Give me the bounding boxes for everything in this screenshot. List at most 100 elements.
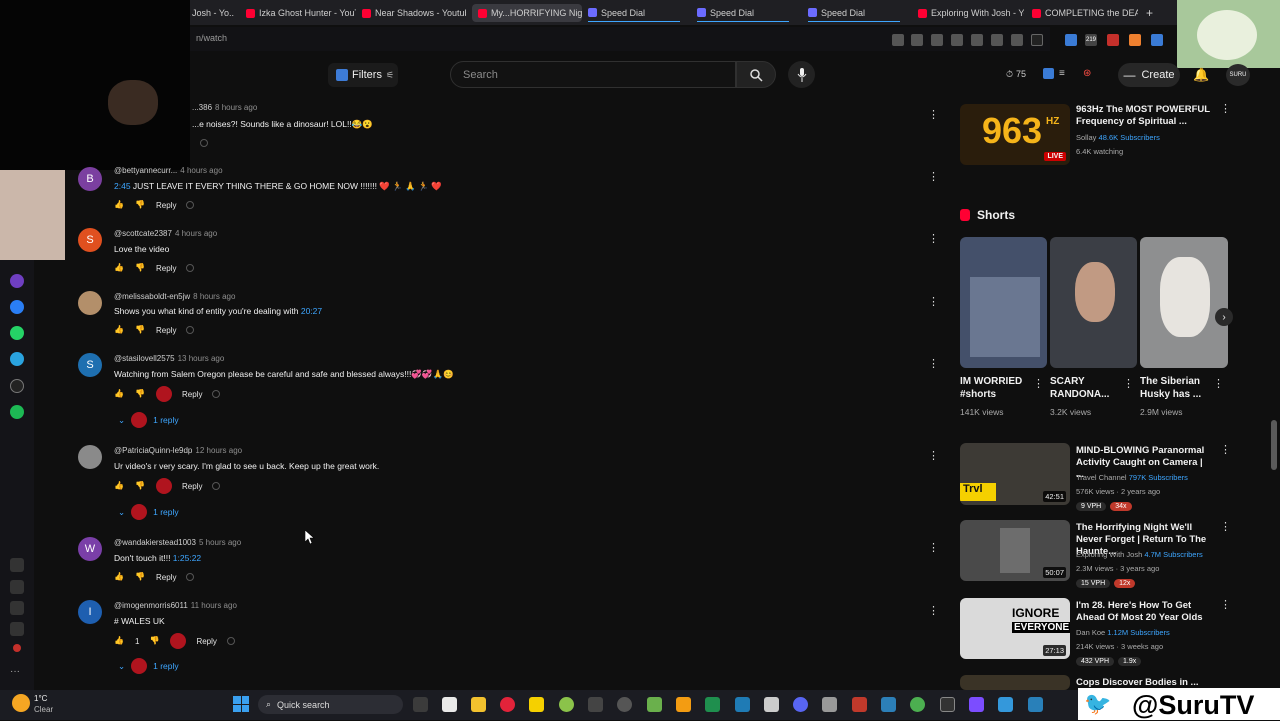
like-icon[interactable]: 👍 bbox=[114, 263, 125, 274]
extension-icon[interactable] bbox=[1043, 68, 1054, 79]
app-icon[interactable] bbox=[822, 697, 837, 712]
search-input[interactable]: Search bbox=[450, 61, 736, 88]
comment-author[interactable]: @stasilovell2575 13 hours ago bbox=[114, 354, 224, 363]
download-icon[interactable] bbox=[991, 34, 1003, 46]
list-icon[interactable]: ≡ bbox=[1059, 68, 1070, 79]
avatar[interactable] bbox=[78, 291, 102, 315]
reply-button[interactable]: Reply bbox=[156, 573, 176, 582]
app-icon[interactable] bbox=[998, 697, 1013, 712]
avatar[interactable]: S bbox=[78, 228, 102, 252]
short-menu-button[interactable]: ⋮ bbox=[1123, 379, 1134, 390]
target-icon[interactable]: ⊛ bbox=[1083, 68, 1094, 79]
replies-toggle[interactable]: ⌄ 1 reply bbox=[118, 504, 179, 520]
more-icon[interactable]: ··· bbox=[10, 666, 24, 680]
folder-icon[interactable] bbox=[471, 697, 486, 712]
comment-menu-button[interactable]: ⋮ bbox=[928, 110, 939, 121]
app-icon[interactable] bbox=[1028, 697, 1043, 712]
like-icon[interactable]: 👍 bbox=[114, 325, 125, 336]
vlc-icon[interactable] bbox=[676, 697, 691, 712]
video-channel[interactable]: Travel Channel 797K Subscribers bbox=[1076, 473, 1188, 482]
dislike-icon[interactable]: 👎 bbox=[149, 636, 160, 647]
tab[interactable]: Exploring With Josh - Yo bbox=[918, 4, 1024, 22]
short-thumbnail[interactable] bbox=[960, 237, 1047, 368]
tab[interactable]: Izka Ghost Hunter - YouTu bbox=[246, 4, 356, 22]
new-tab-button[interactable]: + bbox=[1146, 4, 1160, 22]
reply-button[interactable]: Reply bbox=[156, 264, 176, 273]
comment-author[interactable]: @imogenmorris6011 11 hours ago bbox=[114, 601, 237, 610]
play-icon[interactable] bbox=[951, 34, 963, 46]
video-thumbnail[interactable]: IGNORE EVERYONE 27:13 bbox=[960, 598, 1070, 659]
tab[interactable]: COMPLETING the DEATH bbox=[1032, 4, 1138, 22]
avatar[interactable]: S bbox=[78, 353, 102, 377]
comment-menu-button[interactable]: ⋮ bbox=[928, 234, 939, 245]
messenger-icon[interactable] bbox=[10, 300, 24, 314]
dislike-icon[interactable]: 👎 bbox=[135, 481, 146, 492]
avatar[interactable]: B bbox=[78, 167, 102, 191]
record-icon[interactable] bbox=[13, 644, 21, 652]
obs-icon[interactable] bbox=[617, 697, 632, 712]
video-thumbnail[interactable] bbox=[960, 675, 1070, 690]
video-channel[interactable]: Sollay 48.6K Subscribers bbox=[1076, 133, 1160, 142]
spotify-icon[interactable] bbox=[10, 405, 24, 419]
reply-button[interactable]: Reply bbox=[156, 326, 176, 335]
video-channel[interactable]: Exploring With Josh 4.7M Subscribers bbox=[1076, 550, 1203, 559]
comment-menu-button[interactable]: ⋮ bbox=[928, 359, 939, 370]
app-icon[interactable] bbox=[735, 697, 750, 712]
like-icon[interactable]: 👍 bbox=[114, 389, 125, 400]
app-icon[interactable] bbox=[940, 697, 955, 712]
avatar[interactable]: I bbox=[78, 600, 102, 624]
comment-menu-button[interactable]: ⋮ bbox=[928, 543, 939, 554]
task-view-icon[interactable] bbox=[413, 697, 428, 712]
app-icon[interactable] bbox=[588, 697, 603, 712]
windows-start-icon[interactable] bbox=[233, 696, 249, 712]
short-menu-button[interactable]: ⋮ bbox=[1033, 379, 1044, 390]
comment-author[interactable]: ...386 8 hours ago bbox=[192, 103, 257, 112]
video-menu-button[interactable]: ⋮ bbox=[1220, 522, 1231, 533]
heart-icon[interactable] bbox=[971, 34, 983, 46]
reply-button[interactable]: Reply bbox=[196, 637, 216, 646]
rss-icon[interactable] bbox=[1129, 34, 1141, 46]
history-icon[interactable] bbox=[10, 601, 24, 615]
short-title[interactable]: SCARY RANDONA... bbox=[1050, 375, 1122, 401]
replies-toggle[interactable]: ⌄ 1 reply bbox=[118, 658, 179, 674]
reply-button[interactable]: Reply bbox=[156, 201, 176, 210]
short-title[interactable]: The Siberian Husky has ... bbox=[1140, 375, 1212, 401]
comment-menu-button[interactable]: ⋮ bbox=[928, 297, 939, 308]
tab[interactable]: Josh - Yo... bbox=[192, 4, 234, 22]
replies-toggle[interactable]: ⌄ 1 reply bbox=[118, 412, 179, 428]
menu-icon[interactable] bbox=[1011, 34, 1023, 46]
video-thumbnail[interactable]: 50:07 bbox=[960, 520, 1070, 581]
app-icon[interactable] bbox=[852, 697, 867, 712]
like-icon[interactable]: 👍 bbox=[114, 200, 125, 211]
short-thumbnail[interactable] bbox=[1050, 237, 1137, 368]
voice-search-button[interactable] bbox=[788, 61, 815, 88]
tab[interactable]: Speed Dial bbox=[808, 4, 900, 22]
excel-icon[interactable] bbox=[705, 697, 720, 712]
settings-icon[interactable] bbox=[10, 622, 24, 636]
timestamp-link[interactable]: 20:27 bbox=[301, 306, 322, 316]
like-icon[interactable]: 👍 bbox=[114, 636, 125, 647]
video-menu-button[interactable]: ⋮ bbox=[1220, 104, 1231, 115]
extension-badge[interactable]: 219 bbox=[1085, 34, 1097, 46]
like-icon[interactable]: 👍 bbox=[114, 481, 125, 492]
app-icon[interactable] bbox=[559, 697, 574, 712]
like-icon[interactable]: 👍 bbox=[114, 572, 125, 583]
telegram-icon[interactable] bbox=[10, 352, 24, 366]
whatsapp-icon[interactable] bbox=[10, 326, 24, 340]
avatar[interactable]: W bbox=[78, 537, 102, 561]
account-avatar[interactable]: SURU bbox=[1226, 64, 1250, 86]
timestamp-link[interactable]: 2:45 bbox=[114, 181, 131, 191]
screenshot-icon[interactable] bbox=[892, 34, 904, 46]
bell-icon[interactable]: 🔔 bbox=[1193, 67, 1209, 83]
points-counter[interactable]: ⏱ 75 bbox=[1006, 69, 1026, 80]
taskbar-search[interactable]: ⌕ Quick search bbox=[258, 695, 403, 714]
filters-button[interactable]: Filters ⚟ bbox=[328, 63, 398, 87]
app-icon[interactable] bbox=[910, 697, 925, 712]
video-channel[interactable]: Dan Koe 1.12M Subscribers bbox=[1076, 628, 1170, 637]
extension-icon[interactable] bbox=[10, 274, 24, 288]
video-title[interactable]: 963Hz The MOST POWERFUL Frequency of Spi… bbox=[1076, 104, 1211, 128]
comment-menu-button[interactable]: ⋮ bbox=[928, 451, 939, 462]
game-icon[interactable] bbox=[1031, 34, 1043, 46]
weather-icon[interactable] bbox=[12, 694, 30, 712]
extension-icon[interactable] bbox=[1151, 34, 1163, 46]
